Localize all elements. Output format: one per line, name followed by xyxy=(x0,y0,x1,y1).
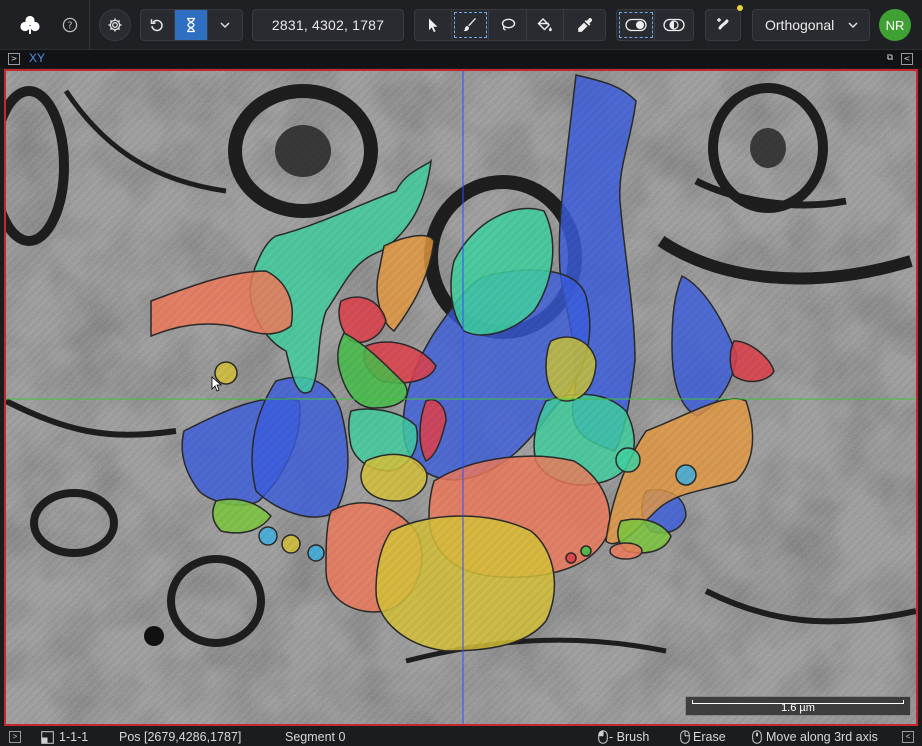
undo-icon xyxy=(151,19,164,32)
lasso-tool-button[interactable] xyxy=(489,10,527,40)
collapse-panel-icon[interactable]: < xyxy=(901,53,913,65)
history-dropdown-button[interactable] xyxy=(208,10,242,40)
cursor-icon xyxy=(428,18,438,33)
toggle-off-icon xyxy=(663,18,685,32)
mouse-right-icon xyxy=(680,730,690,744)
brush-tool-button[interactable] xyxy=(452,10,490,40)
mouse-position: Pos [2679,4286,1787] xyxy=(119,730,242,744)
tool-selector xyxy=(414,9,606,41)
create-segment-button[interactable] xyxy=(705,9,741,41)
settings-button[interactable] xyxy=(99,9,131,41)
toolbar-divider xyxy=(89,0,90,50)
overwrite-empty-button[interactable] xyxy=(655,10,693,40)
hint-brush: - Brush xyxy=(609,730,650,744)
overwrite-all-button[interactable] xyxy=(617,10,656,40)
xy-viewport[interactable]: 1.6 µm xyxy=(4,69,918,726)
hint-erase: Erase xyxy=(693,730,726,744)
fullscreen-icon[interactable]: ⧉ xyxy=(884,53,896,65)
fill-tool-button[interactable] xyxy=(527,10,565,40)
status-bar: > 1-1-1 Pos [2679,4286,1787] Segment 0 -… xyxy=(0,728,922,746)
lasso-icon xyxy=(501,18,515,31)
svg-text:?: ? xyxy=(67,20,72,31)
expand-panel-icon[interactable]: > xyxy=(8,53,20,65)
user-initials: NR xyxy=(885,17,905,33)
move-tool-button[interactable] xyxy=(415,10,452,40)
notification-dot xyxy=(737,5,743,11)
help-icon[interactable]: ? xyxy=(58,9,82,41)
main-toolbar: ? 2831, 4302, 1787 Orthogonal NR xyxy=(0,0,922,50)
view-mode-value: Orthogonal xyxy=(765,17,835,33)
position-readout: 2831, 4302, 1787 xyxy=(271,17,385,33)
user-menu[interactable]: NR xyxy=(879,9,911,41)
history-button-group xyxy=(140,9,243,41)
position-input[interactable]: 2831, 4302, 1787 xyxy=(252,9,404,41)
picker-tool-button[interactable] xyxy=(564,10,605,40)
webknossos-logo-icon[interactable] xyxy=(14,9,46,41)
overwrite-mode-toggle xyxy=(616,9,694,41)
mouse-wheel-icon xyxy=(752,730,762,744)
expand-left-sidebar-icon[interactable]: > xyxy=(9,731,21,743)
new-cell-icon xyxy=(717,18,729,30)
chevron-down-icon xyxy=(848,22,858,29)
undo-button[interactable] xyxy=(141,10,175,40)
expand-right-sidebar-icon[interactable]: < xyxy=(902,731,914,743)
viewport-header: > XY ⧉ < xyxy=(0,50,922,68)
eyedropper-icon xyxy=(577,18,592,32)
active-segment: Segment 0 xyxy=(285,730,346,744)
view-mode-select[interactable]: Orthogonal xyxy=(752,9,870,41)
mouse-left-icon xyxy=(598,730,608,744)
hourglass-icon xyxy=(187,17,195,33)
paint-bucket-icon xyxy=(537,18,552,32)
gear-icon xyxy=(108,18,122,32)
zoom-level-icon xyxy=(41,731,54,744)
em-image-canvas[interactable] xyxy=(6,71,918,726)
brush-icon xyxy=(463,18,476,32)
viewport-title: XY xyxy=(29,51,46,65)
toggle-on-icon xyxy=(624,18,647,32)
chevron-down-icon xyxy=(220,22,230,29)
scale-bar: 1.6 µm xyxy=(685,696,911,716)
zoom-level: 1-1-1 xyxy=(59,730,89,744)
avatar: NR xyxy=(879,9,911,41)
save-status-button[interactable] xyxy=(174,10,209,40)
scale-bar-label: 1.6 µm xyxy=(781,702,815,714)
hint-axis: Move along 3rd axis xyxy=(766,730,878,744)
